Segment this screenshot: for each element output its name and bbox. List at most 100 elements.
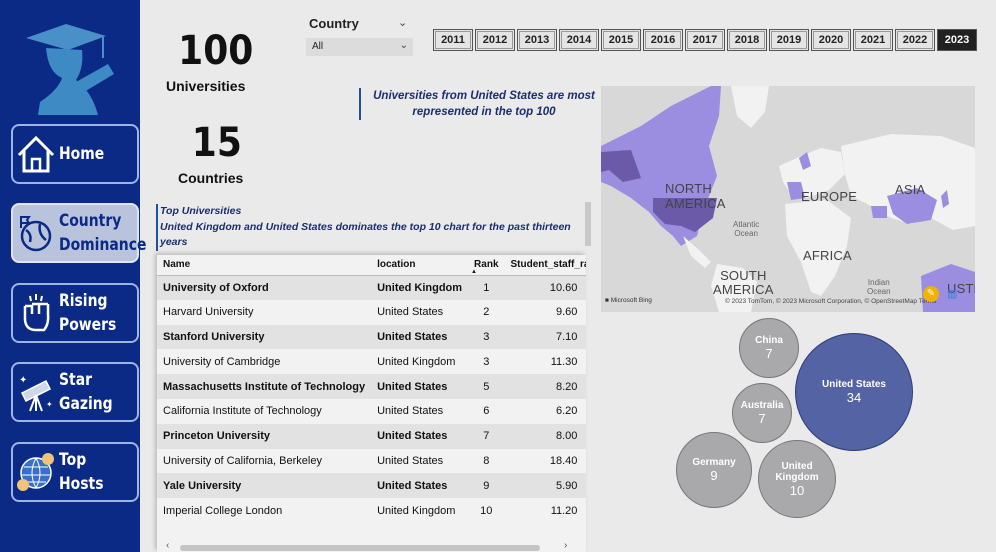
bubble-australia[interactable]: Australia 7 bbox=[732, 383, 792, 443]
year-button[interactable]: 2014 bbox=[559, 29, 599, 51]
cell-name: Yale University bbox=[157, 473, 372, 499]
nav-label: Country Dominance bbox=[59, 211, 147, 255]
year-button[interactable]: 2016 bbox=[643, 29, 683, 51]
table-row[interactable]: Stanford University United States 3 7.10 bbox=[157, 324, 586, 350]
nav-label: Home bbox=[59, 144, 105, 164]
cell-rank: 1 bbox=[468, 275, 505, 300]
column-header-location[interactable]: location bbox=[371, 255, 469, 276]
bubble-label: China bbox=[755, 335, 783, 346]
cell-location: United States bbox=[377, 306, 444, 319]
map-label-south-america: SOUTH AMERICA bbox=[713, 268, 774, 297]
map-annotation: Universities from United States are most… bbox=[359, 88, 601, 120]
year-button[interactable]: 2021 bbox=[853, 29, 893, 51]
sidebar: Home Country Dominance Rising Powers ✦ ✦ … bbox=[0, 0, 146, 552]
cell-ratio: 11.20 bbox=[550, 504, 578, 517]
country-dropdown[interactable]: All ⌄ bbox=[306, 38, 413, 56]
bubble-germany[interactable]: Germany 9 bbox=[676, 432, 752, 508]
cell-rank: 8 bbox=[483, 454, 490, 467]
bing-logo: ■ Microsoft Bing bbox=[605, 297, 652, 304]
pencil-icon[interactable]: ✎ bbox=[923, 286, 939, 302]
year-button[interactable]: 2013 bbox=[517, 29, 557, 51]
sort-ascending-icon: ▲ bbox=[471, 269, 477, 275]
column-header-rank[interactable]: Rank ▲ bbox=[468, 255, 505, 276]
nav-star-gazing[interactable]: ✦ ✦ Star Gazing bbox=[11, 362, 139, 422]
fist-icon bbox=[15, 291, 57, 335]
chevron-down-icon[interactable]: ⌄ bbox=[398, 16, 407, 29]
year-button-selected[interactable]: 2023 bbox=[937, 29, 977, 51]
bubble-united-kingdom[interactable]: United Kingdom 10 bbox=[758, 440, 836, 518]
nav-label: Top Hosts bbox=[59, 450, 104, 494]
scroll-left-icon[interactable]: ‹ bbox=[166, 540, 169, 551]
nav-home[interactable]: Home bbox=[11, 124, 139, 184]
cell-ratio: 10.60 bbox=[504, 275, 586, 300]
table-row[interactable]: Harvard University United States 2 9.60 bbox=[157, 300, 586, 325]
cell-name: University of Cambridge bbox=[163, 355, 281, 368]
world-map[interactable]: NORTH AMERICA EUROPE ASIA AFRICA SOUTH A… bbox=[601, 86, 975, 312]
cell-name: California Institute of Technology bbox=[163, 405, 322, 418]
vertical-scrollbar[interactable] bbox=[585, 202, 591, 246]
table-row[interactable]: Princeton University United States 7 8.0… bbox=[157, 423, 586, 449]
bubble-united-states[interactable]: United States 34 bbox=[795, 333, 913, 451]
cell-name: University of California, Berkeley bbox=[163, 454, 322, 467]
nav-rising-powers[interactable]: Rising Powers bbox=[11, 283, 139, 343]
table-row[interactable]: Imperial College London United Kingdom 1… bbox=[157, 498, 586, 523]
bubble-value: 9 bbox=[710, 468, 718, 483]
year-button[interactable]: 2012 bbox=[475, 29, 515, 51]
map-shapes bbox=[601, 86, 975, 312]
table-title: Top Universities bbox=[160, 205, 242, 217]
telescope-icon: ✦ ✦ bbox=[15, 370, 57, 414]
year-button[interactable]: 2011 bbox=[433, 29, 473, 51]
table-row[interactable]: University of Cambridge United Kingdom 3… bbox=[157, 349, 586, 374]
table-row[interactable]: University of Oxford United Kingdom 1 10… bbox=[157, 275, 586, 300]
cell-location: United States bbox=[371, 423, 469, 449]
cell-name: University of Oxford bbox=[157, 275, 372, 300]
nav-country-dominance[interactable]: Country Dominance bbox=[11, 203, 146, 263]
column-header-label: Rank bbox=[474, 259, 499, 271]
svg-text:✦: ✦ bbox=[46, 400, 53, 409]
year-button[interactable]: 2015 bbox=[601, 29, 641, 51]
cell-location: United Kingdom bbox=[377, 504, 456, 517]
cell-location: United States bbox=[371, 324, 469, 350]
cell-rank: 9 bbox=[468, 473, 505, 499]
cell-ratio: 9.60 bbox=[555, 306, 578, 319]
table-row[interactable]: University of California, Berkeley Unite… bbox=[157, 449, 586, 474]
year-button[interactable]: 2018 bbox=[727, 29, 767, 51]
cell-rank: 10 bbox=[480, 504, 493, 517]
table-row[interactable]: Massachusetts Institute of Technology Un… bbox=[157, 374, 586, 399]
year-button[interactable]: 2017 bbox=[685, 29, 725, 51]
table-row[interactable]: California Institute of Technology Unite… bbox=[157, 399, 586, 424]
country-slicer-title: Country bbox=[309, 16, 359, 31]
bubble-label: Australia bbox=[740, 400, 784, 411]
nav-label: Star Gazing bbox=[59, 370, 113, 414]
cell-name: Massachusetts Institute of Technology bbox=[157, 374, 372, 399]
map-label-indian-ocean: Indian Ocean bbox=[867, 278, 891, 296]
cell-ratio: 5.90 bbox=[504, 473, 586, 499]
horizontal-scrollbar[interactable] bbox=[180, 545, 540, 551]
cell-location: United States bbox=[371, 473, 469, 499]
year-button[interactable]: 2020 bbox=[811, 29, 851, 51]
map-label-north-america: NORTH AMERICA bbox=[665, 181, 726, 211]
column-header-name[interactable]: Name bbox=[157, 255, 372, 276]
year-button[interactable]: 2019 bbox=[769, 29, 809, 51]
countries-label: Countries bbox=[178, 170, 244, 186]
universities-count: 100 bbox=[178, 28, 254, 74]
house-icon bbox=[15, 132, 57, 176]
country-dropdown-value: All bbox=[312, 41, 324, 52]
graduate-logo-icon bbox=[26, 24, 114, 115]
scroll-right-icon[interactable]: › bbox=[564, 540, 567, 551]
table-annotation: Top Universities United Kingdom and Unit… bbox=[156, 204, 576, 251]
bubble-value: 10 bbox=[789, 482, 805, 498]
bubble-china[interactable]: China 7 bbox=[739, 318, 799, 378]
cell-rank: 2 bbox=[483, 306, 490, 319]
bar-chart-icon[interactable]: ▥ bbox=[947, 287, 957, 300]
year-button[interactable]: 2022 bbox=[895, 29, 935, 51]
table-row[interactable]: Yale University United States 9 5.90 bbox=[157, 473, 586, 499]
cell-rank: 7 bbox=[468, 423, 505, 449]
nav-label: Rising Powers bbox=[59, 291, 117, 335]
universities-label: Universities bbox=[166, 78, 246, 94]
cell-name: Stanford University bbox=[157, 324, 372, 350]
chevron-down-icon: ⌄ bbox=[399, 40, 408, 51]
column-header-student-staff-ratio[interactable]: Student_staff_ra bbox=[504, 255, 586, 276]
nav-top-hosts[interactable]: Top Hosts bbox=[11, 442, 139, 502]
bubble-value: 7 bbox=[765, 346, 773, 361]
